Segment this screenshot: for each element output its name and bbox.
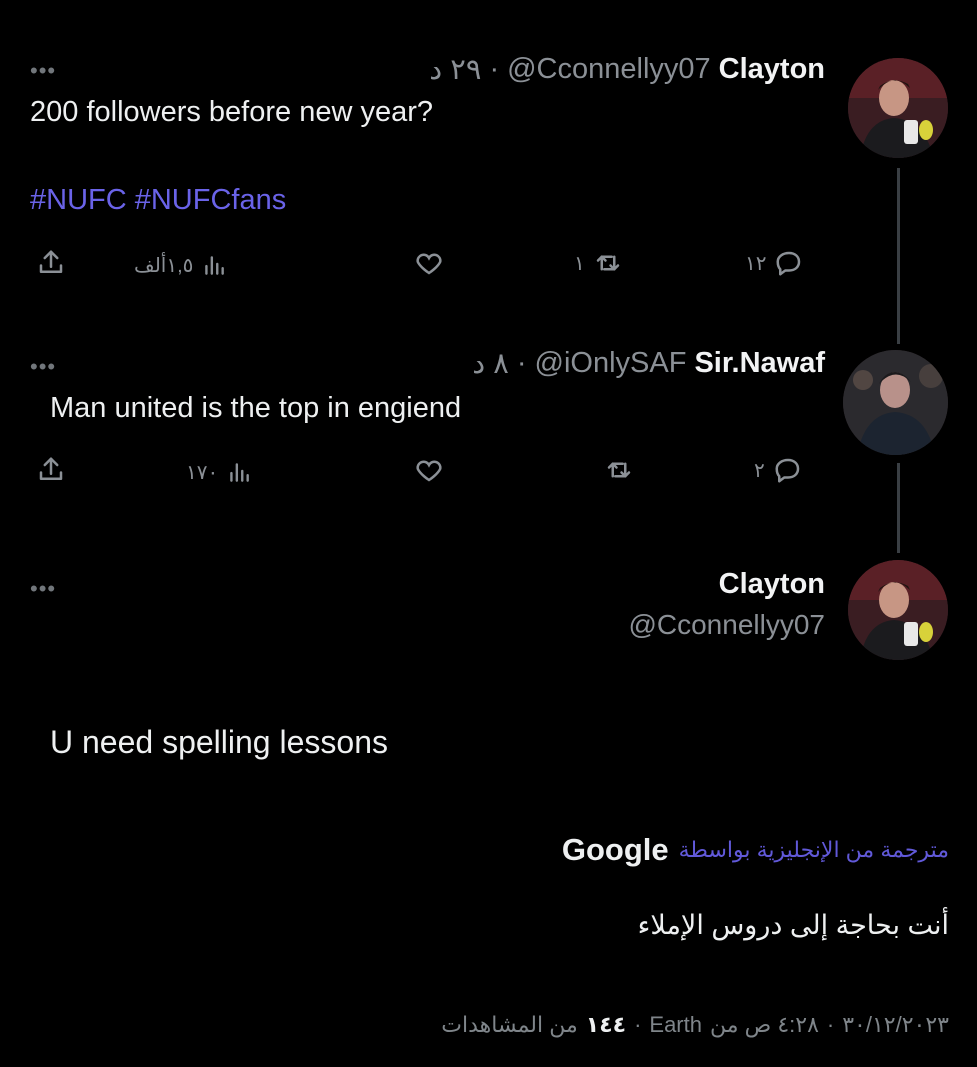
heart-icon <box>414 248 444 278</box>
user-display-name[interactable]: Clayton <box>628 568 825 601</box>
translation-attribution[interactable]: مترجمة من الإنجليزية بواسطة Google <box>562 832 949 868</box>
avatar[interactable] <box>848 58 948 158</box>
tweet-meta: ٣٠/١٢/٢٠٢٣ · ٤:٢٨ ص من Earth · ١٤٤ من ال… <box>441 1012 949 1037</box>
repost-icon <box>593 248 623 278</box>
reposts-count: ١ <box>574 252 585 275</box>
more-options-button[interactable]: ••• <box>30 354 56 380</box>
avatar[interactable] <box>848 560 948 660</box>
user-handle[interactable]: @iOnlySAF <box>535 347 687 380</box>
views-label: من المشاهدات <box>441 1012 578 1037</box>
tweet-header: ٨ د · @iOnlySAF Sir.Nawaf <box>472 346 825 381</box>
share-button[interactable] <box>36 455 66 485</box>
views-count: ١٤٤ <box>585 1012 627 1037</box>
user-handle[interactable]: @Cconnellyy07 <box>628 609 825 641</box>
google-logo: Google <box>561 832 669 867</box>
repost-icon <box>604 455 634 485</box>
more-options-button[interactable]: ••• <box>30 58 56 84</box>
like-button[interactable] <box>414 248 452 278</box>
post-time: ٨ د <box>472 348 509 380</box>
replies-count: ٢ <box>754 459 765 482</box>
thread-line <box>897 463 900 553</box>
avatar[interactable] <box>843 350 948 455</box>
share-icon <box>36 455 66 485</box>
more-options-button[interactable]: ••• <box>30 576 56 602</box>
share-button[interactable] <box>36 248 66 278</box>
avatar-image <box>843 350 948 455</box>
avatar-image <box>848 560 948 660</box>
like-button[interactable] <box>414 455 452 485</box>
bar-chart-icon <box>226 459 252 485</box>
reply-button[interactable]: ١٢ <box>745 248 804 278</box>
replies-count: ١٢ <box>745 252 767 275</box>
views-button[interactable]: ١,٥ألف <box>134 252 227 278</box>
user-display-name[interactable]: Clayton <box>719 53 825 86</box>
bar-chart-icon <box>201 252 227 278</box>
post-time: ٢٩ د <box>429 54 482 86</box>
thread-line <box>897 168 900 344</box>
comment-icon <box>773 455 803 485</box>
post-location: Earth <box>649 1012 702 1037</box>
tweet-text: U need spelling lessons <box>50 724 388 760</box>
tweet-text: 200 followers before new year? <box>30 96 434 128</box>
author-block: Clayton @Cconnellyy07 <box>628 568 825 641</box>
hashtags-link[interactable]: #NUFC #NUFCfans <box>30 184 286 217</box>
views-count: ١,٥ألف <box>134 254 194 277</box>
tweet-text: Man united is the top in engiend <box>50 392 462 424</box>
translation-label: مترجمة من الإنجليزية بواسطة <box>678 837 949 862</box>
comment-icon <box>774 248 804 278</box>
translated-text: أنت بحاجة إلى دروس الإملاء <box>637 910 949 940</box>
views-count: ١٧٠ <box>186 461 219 484</box>
tweet-header: ٢٩ د · @Cconnellyy07 Clayton <box>429 52 825 87</box>
post-date: ٣٠/١٢/٢٠٢٣ <box>842 1012 949 1037</box>
separator: · <box>489 53 500 85</box>
share-icon <box>36 248 66 278</box>
user-handle[interactable]: @Cconnellyy07 <box>507 53 711 86</box>
heart-icon <box>414 455 444 485</box>
user-display-name[interactable]: Sir.Nawaf <box>694 347 825 380</box>
reply-button[interactable]: ٢ <box>754 455 803 485</box>
post-time: ٤:٢٨ ص من <box>709 1012 819 1037</box>
views-button[interactable]: ١٧٠ <box>186 459 252 485</box>
separator: · <box>516 347 527 379</box>
avatar-image <box>848 58 948 158</box>
repost-button[interactable] <box>596 455 634 485</box>
repost-button[interactable]: ١ <box>574 248 623 278</box>
